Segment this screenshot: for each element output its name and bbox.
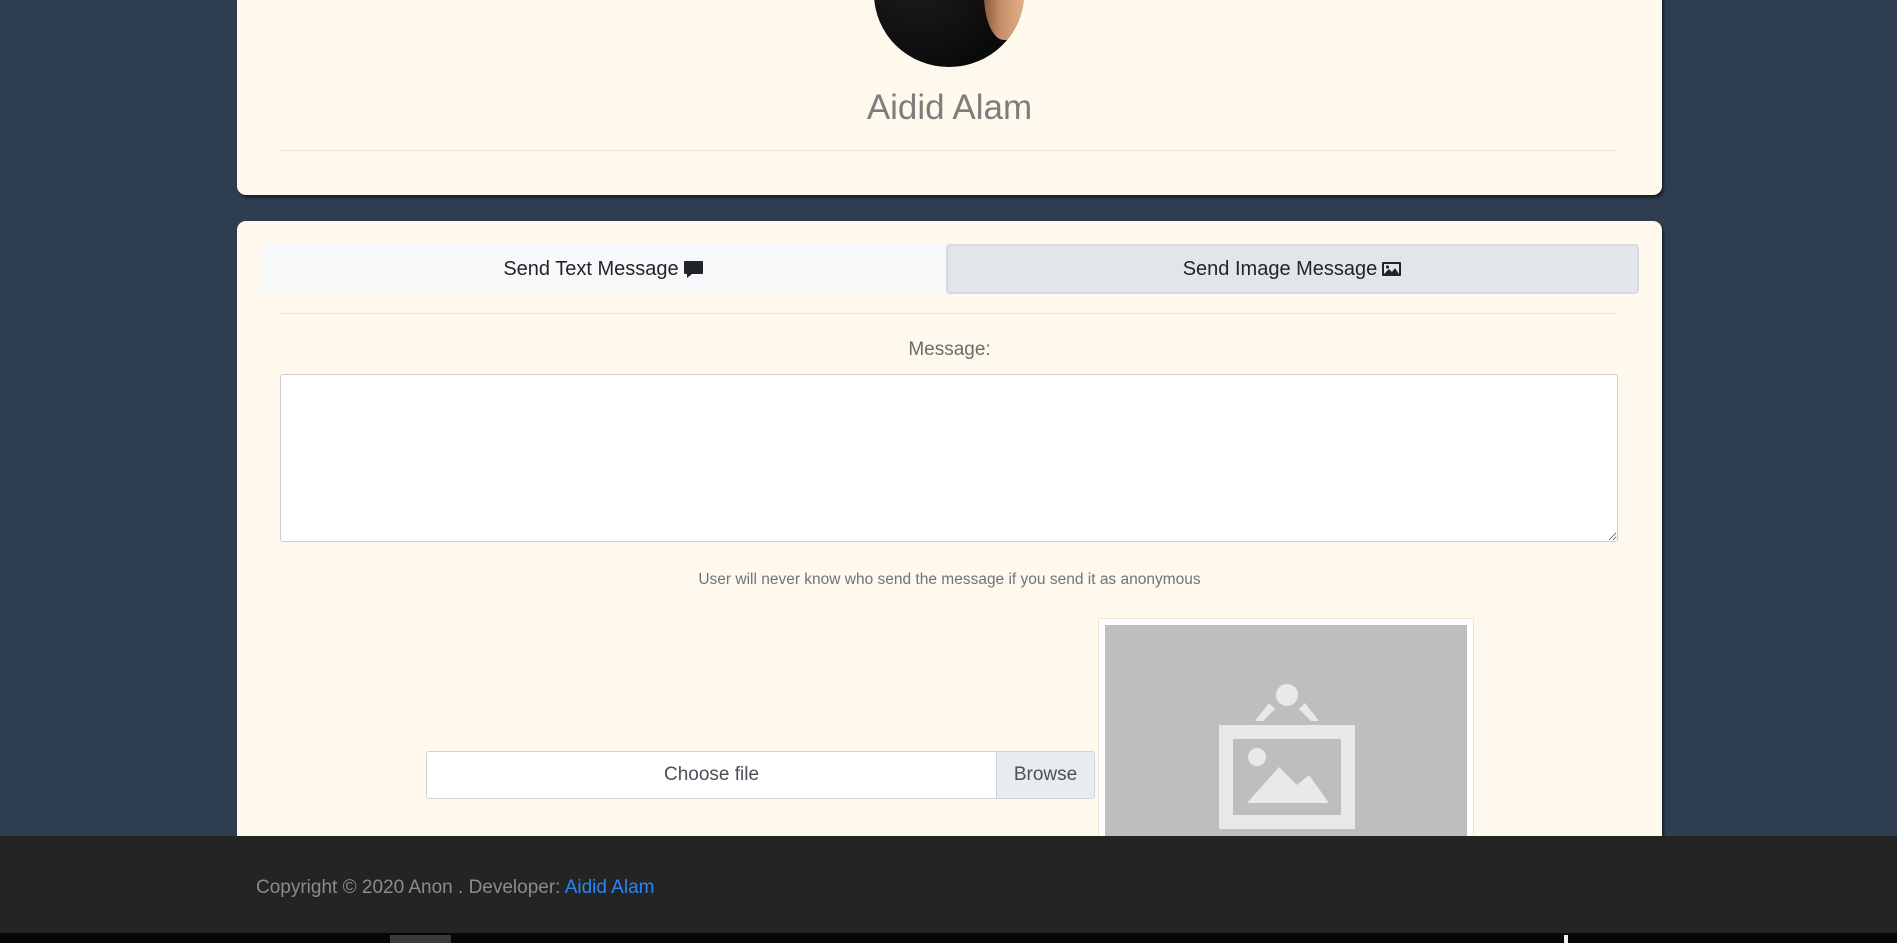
message-tabs: Send Text Message Send Image Message [261,244,1639,294]
message-label: Message: [908,339,991,360]
tab-send-text-label: Send Text Message [503,257,679,280]
tab-send-image-message[interactable]: Send Image Message [946,244,1639,294]
copyright-text: Copyright © 2020 Anon . Developer: [256,877,565,898]
browse-button[interactable]: Browse [996,752,1094,798]
tab-send-text-message[interactable]: Send Text Message [261,244,946,294]
profile-card: Aidid Alam [237,0,1662,195]
bottom-strip-marker [1564,935,1568,943]
image-placeholder-icon [1219,684,1355,829]
tabs-divider [280,313,1617,314]
footer: Copyright © 2020 Anon . Developer: Aidid… [0,836,1897,943]
bottom-strip [0,933,1897,943]
avatar-face [984,0,1024,40]
anonymous-hint: User will never know who send the messag… [698,571,1201,588]
developer-link[interactable]: Aidid Alam [565,877,655,898]
file-input[interactable]: Choose file Browse [426,751,1095,799]
image-icon [1382,262,1402,276]
message-textarea[interactable] [280,374,1618,542]
footer-copyright: Copyright © 2020 Anon . Developer: Aidid… [256,877,654,899]
comment-icon [683,260,703,278]
tab-send-image-label: Send Image Message [1182,257,1378,280]
profile-name: Aidid Alam [866,88,1033,127]
profile-divider [280,150,1617,151]
message-card: Send Text Message Send Image Message Mes… [237,221,1662,943]
avatar [874,0,1024,67]
choose-file-label[interactable]: Choose file [427,752,996,798]
bottom-strip-tab [390,935,451,943]
